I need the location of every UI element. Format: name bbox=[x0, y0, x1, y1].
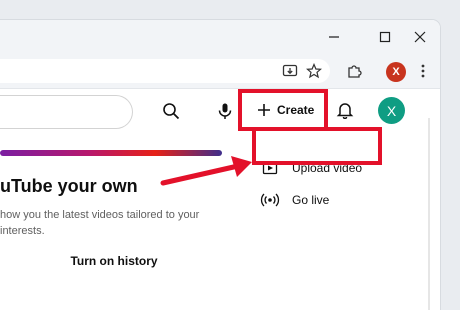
annotation-arrow bbox=[160, 156, 252, 186]
